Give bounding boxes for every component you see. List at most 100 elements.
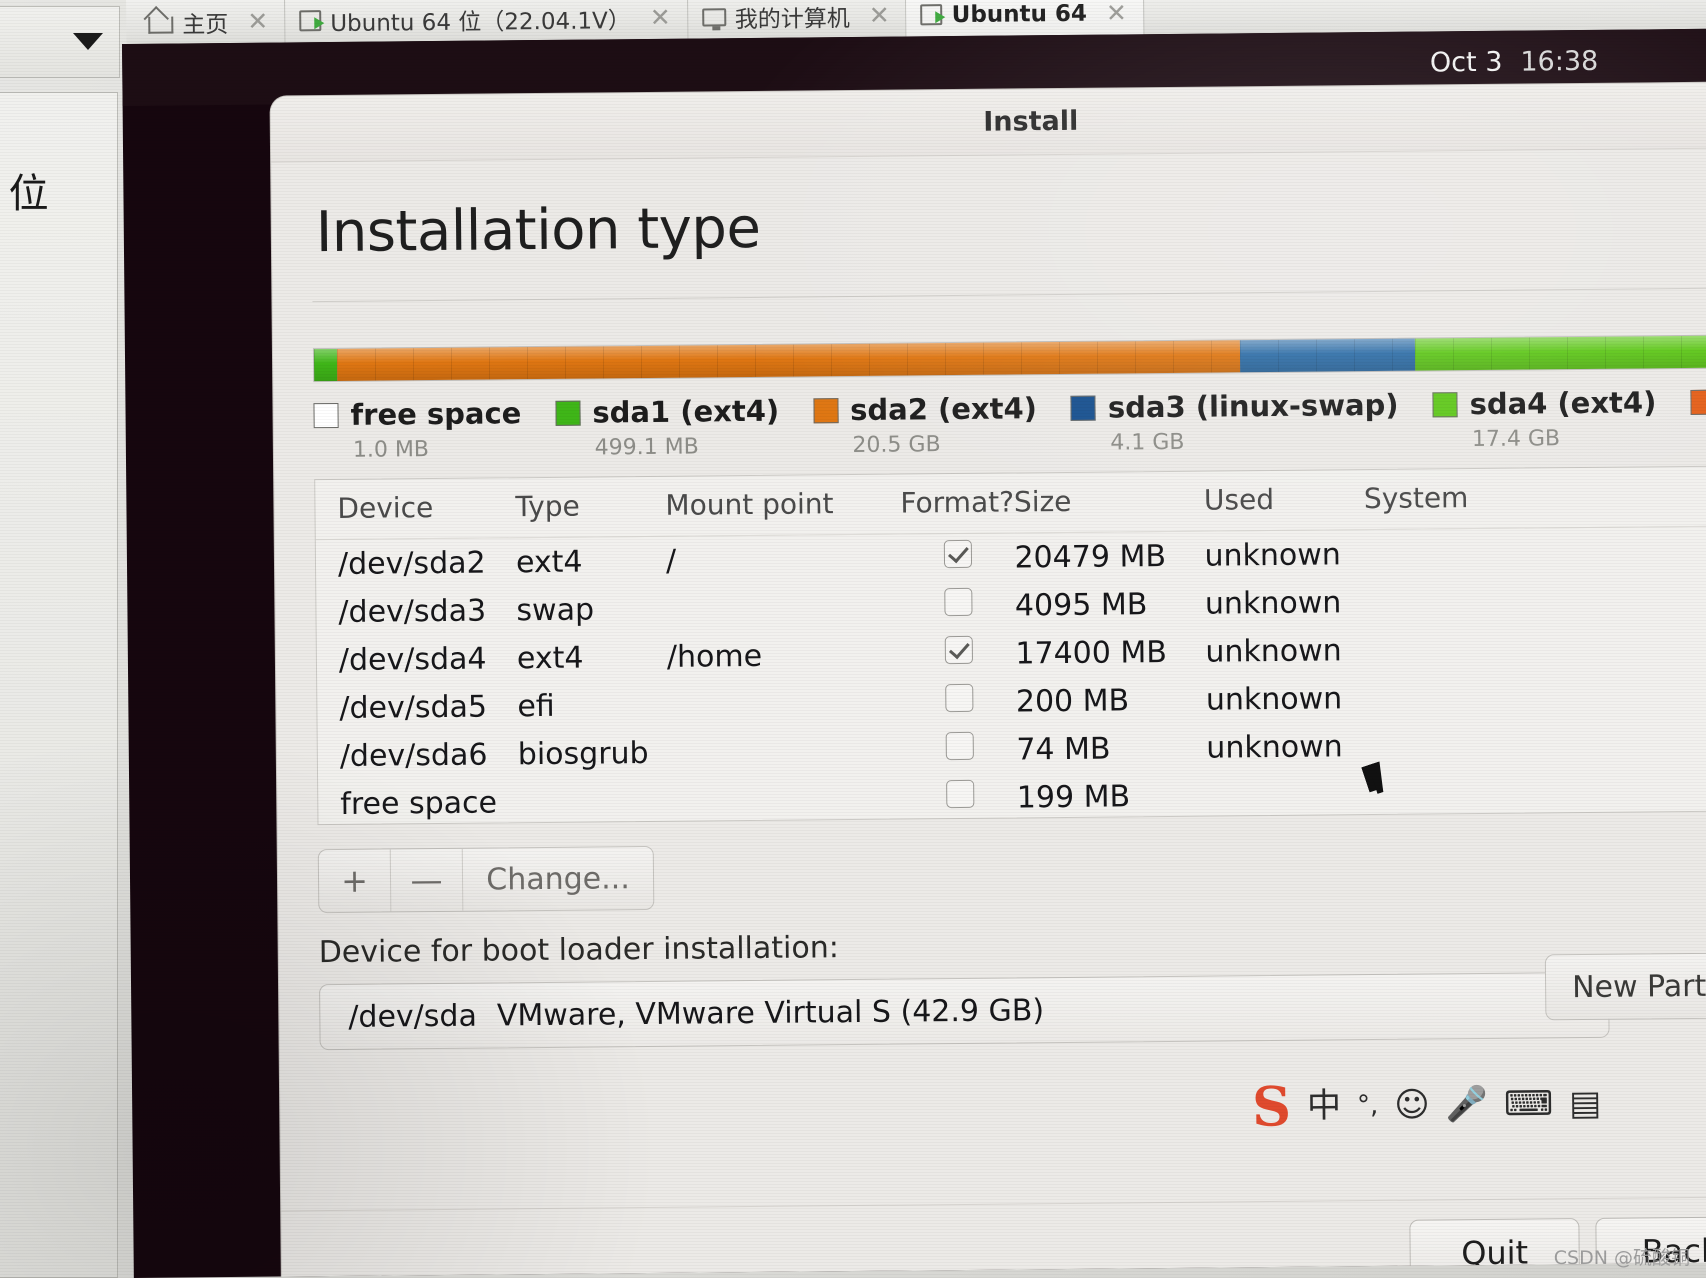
remove-partition-button[interactable]: — [390, 848, 464, 912]
host-tab-label: Ubuntu 64 [951, 0, 1088, 28]
legend-size: 1.0 MB [352, 437, 430, 463]
segment-gloss [336, 340, 1241, 381]
clock-date: Oct 3 [1429, 46, 1503, 78]
partition-segment-sda1[interactable] [313, 348, 338, 382]
partition-table-container[interactable]: Device Type Mount point Format? Size Use… [314, 465, 1706, 826]
segment-gloss [1239, 338, 1416, 373]
cell-used [1207, 770, 1367, 820]
legend-swatch-icon [313, 402, 339, 428]
close-icon[interactable]: ✕ [869, 1, 890, 30]
cell-type: efi [517, 688, 555, 724]
legend-item-head: sda3 (linux-swap) [1070, 388, 1399, 425]
format-checkbox[interactable] [945, 779, 975, 809]
legend-label: free space [350, 396, 522, 432]
partition-segment-sda3[interactable] [1239, 338, 1416, 373]
close-icon[interactable]: ✕ [247, 7, 268, 36]
cell-format[interactable] [901, 533, 1015, 583]
legend-item-1: sda1 (ext4) 499.1 MB [555, 394, 779, 461]
cell-mount-point [668, 727, 903, 777]
page-title: Installation type [315, 195, 761, 266]
add-partition-button[interactable]: + [318, 849, 392, 913]
column-header-system[interactable]: System [1363, 466, 1706, 530]
clock-time: 16:38 [1520, 45, 1599, 78]
legend-swatch-icon [813, 397, 839, 423]
column-header-type[interactable]: Type [515, 476, 666, 538]
new-partition-table-button[interactable]: New Partition Ta [1544, 951, 1706, 1021]
legend-item-2: sda2 (ext4) 20.5 GB [813, 391, 1037, 458]
ime-menu-icon[interactable]: ▤ [1569, 1083, 1602, 1123]
sogou-ime-bar: S 中 °, ☺ 🎤 ⌨ ▤ [1252, 1074, 1602, 1138]
legend-swatch-icon [1690, 389, 1706, 415]
partition-segment-sda2[interactable] [336, 340, 1241, 381]
legend-size: 20.5 GB [852, 432, 941, 459]
legend-swatch-icon [555, 400, 581, 426]
host-sidebar-dropdown[interactable]: ］… [0, 6, 120, 78]
cell-system [1365, 574, 1706, 626]
cell-type [518, 777, 668, 825]
host-sidebar-list: 64 位 64 [0, 92, 118, 1278]
host-tab-label: 我的计算机 [734, 5, 850, 33]
segment-gloss [1415, 335, 1706, 371]
cell-system [1366, 670, 1706, 722]
host-tab-label: Ubuntu 64 位（22.04.1V） [330, 7, 631, 37]
ime-punct-icon[interactable]: °, [1357, 1090, 1379, 1120]
host-tab-label: 主页 [182, 11, 229, 38]
partition-legend: free space 1.0 MB sda1 (ext4) 499.1 MB sda2 … [313, 384, 1706, 463]
column-header-format[interactable]: Format? [900, 473, 1015, 535]
legend-swatch-icon [1432, 391, 1458, 417]
cell-format[interactable] [901, 581, 1015, 630]
cell-size: 74 MB [1016, 731, 1111, 767]
cell-format[interactable] [902, 629, 1016, 678]
cell-device: /dev/sda5 [339, 689, 488, 726]
cell-used: unknown [1205, 680, 1343, 718]
cell-system [1365, 622, 1706, 674]
ime-mode-icon[interactable]: 中 [1307, 1086, 1341, 1126]
change-partition-button[interactable]: Change... [463, 847, 654, 911]
vm-icon [299, 10, 322, 32]
cell-size: 200 MB [1015, 682, 1130, 719]
column-header-device[interactable]: Device [315, 478, 516, 540]
cell-used: unknown [1204, 536, 1341, 574]
partition-toolbar: + — Change... [317, 845, 655, 914]
segment-gloss [313, 348, 338, 382]
format-checkbox[interactable] [945, 731, 974, 761]
legend-item-3: sda3 (linux-swap) 4.1 GB [1070, 388, 1399, 456]
cell-system [1364, 526, 1706, 578]
ime-mic-icon[interactable]: 🎤 [1446, 1084, 1489, 1124]
legend-label: sda4 (ext4) [1469, 385, 1657, 422]
format-checkbox[interactable] [944, 683, 974, 713]
cell-system [1367, 766, 1706, 818]
column-header-size[interactable]: Size [1013, 471, 1205, 533]
column-header-mount-point[interactable]: Mount point [665, 474, 901, 537]
legend-size: 499.1 MB [594, 434, 699, 461]
ime-emoji-icon[interactable]: ☺ [1394, 1085, 1430, 1125]
cell-size: 199 MB [1016, 778, 1131, 815]
column-header-used[interactable]: Used [1203, 470, 1365, 532]
partition-segment-sda4[interactable] [1415, 335, 1706, 371]
close-icon[interactable]: ✕ [650, 3, 671, 32]
format-checkbox[interactable] [943, 539, 972, 569]
cell-size: 17400 MB [1015, 634, 1168, 671]
format-checkbox[interactable] [944, 635, 973, 665]
close-icon[interactable]: ✕ [1106, 0, 1127, 28]
cell-format[interactable] [903, 725, 1017, 774]
cell-mount-point [668, 775, 903, 825]
ime-keyboard-icon[interactable]: ⌨ [1504, 1084, 1553, 1124]
cell-format[interactable] [902, 677, 1016, 726]
cell-format[interactable] [903, 773, 1017, 822]
watermark: CSDN @硫酸铜 [1553, 1247, 1690, 1269]
sidebar-item-vm-1[interactable]: 64 位 [0, 161, 49, 219]
cell-device: /dev/sda2 [337, 545, 486, 582]
legend-item-0: free space 1.0 MB [313, 396, 522, 463]
monitor-icon [701, 7, 726, 26]
installer-body: Installation type free space 1.0 MB sda1 (… [272, 186, 1706, 1277]
cell-device: /dev/sda6 [339, 737, 488, 774]
boot-loader-device-select[interactable]: /dev/sda VMware, VMware Virtual S (42.9 … [319, 971, 1610, 1051]
format-checkbox[interactable] [944, 587, 973, 617]
cell-used: unknown [1205, 632, 1342, 670]
cell-size: 4095 MB [1014, 586, 1148, 623]
cell-system [1366, 718, 1706, 770]
sogou-logo-icon[interactable]: S [1252, 1074, 1292, 1138]
cell-type: swap [516, 591, 595, 628]
partition-bar[interactable] [312, 334, 1706, 383]
